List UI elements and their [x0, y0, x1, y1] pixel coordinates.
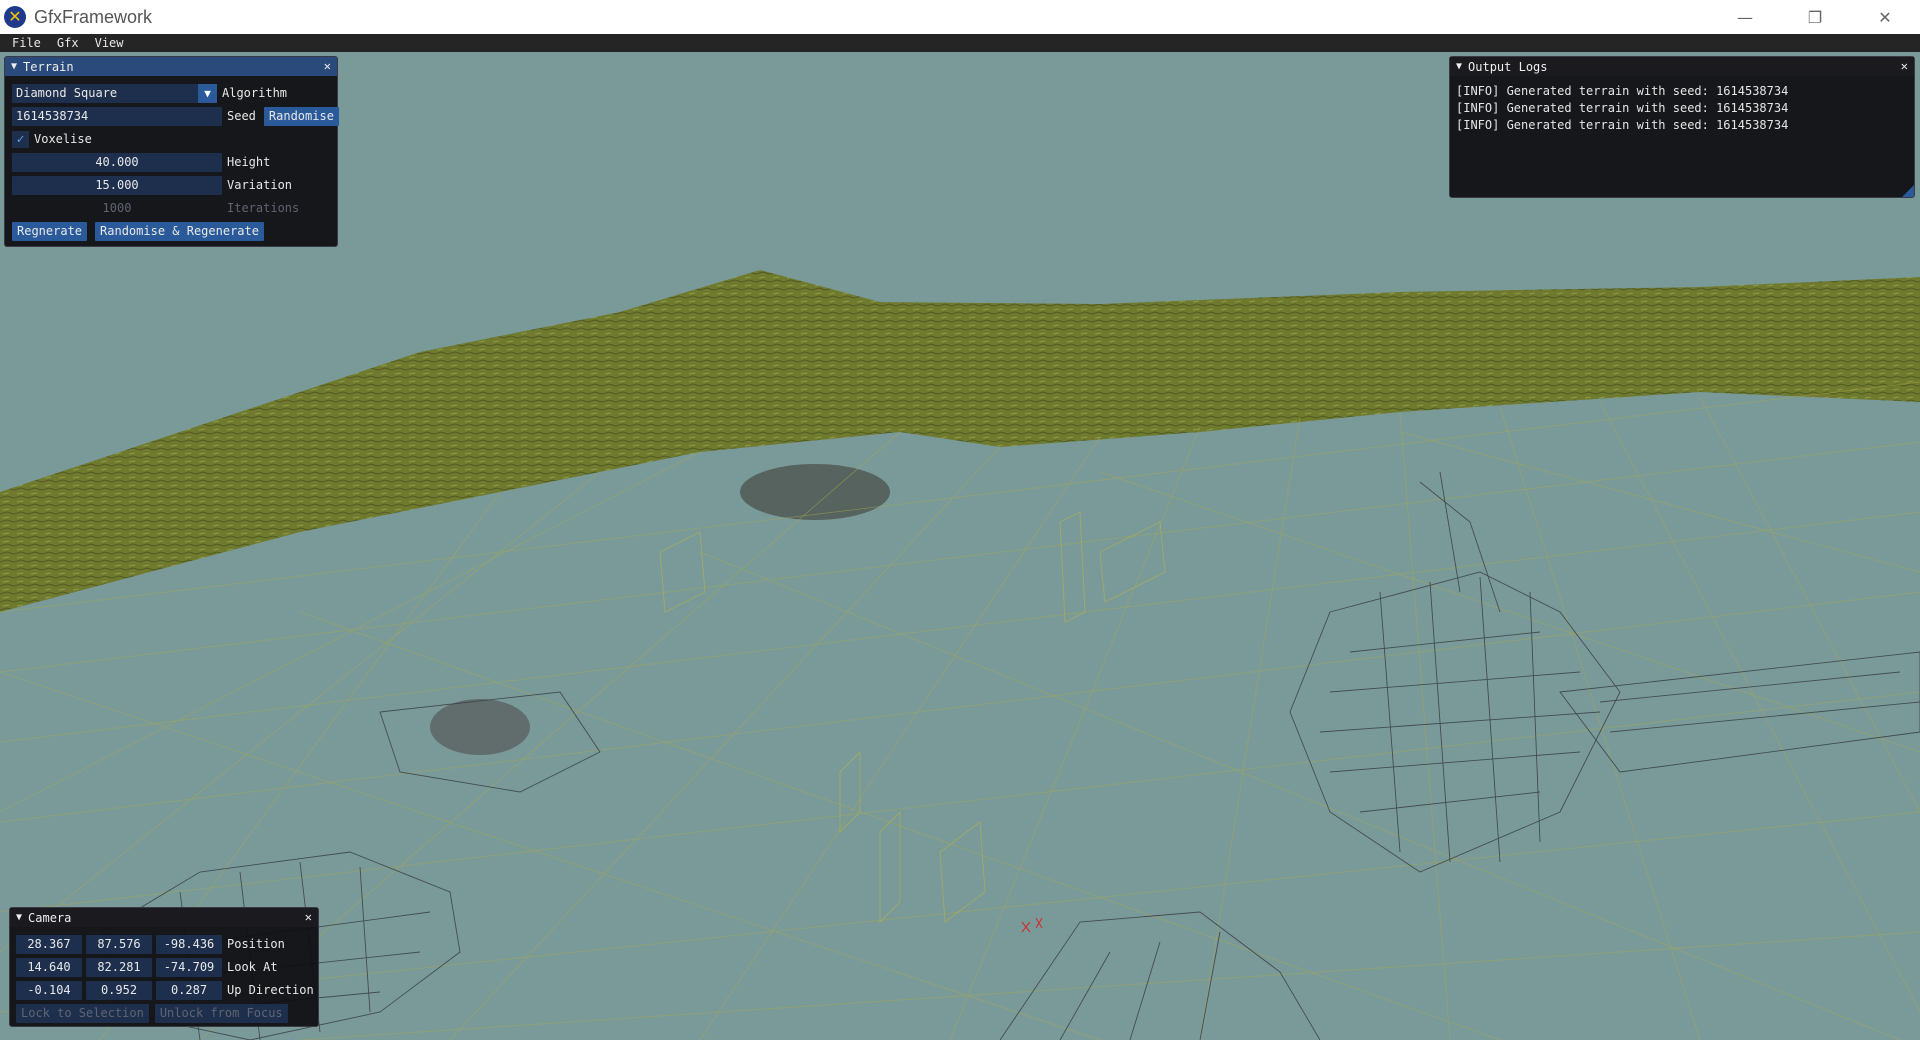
terrain-panel[interactable]: ▼ Terrain ✕ Diamond Square ▼ Algorithm 1…: [4, 56, 339, 247]
lock-to-selection-button: Lock to Selection: [16, 1004, 149, 1023]
window-titlebar: GfxFramework — ❐ ✕: [0, 0, 1920, 34]
collapse-icon[interactable]: ▼: [11, 61, 17, 72]
variation-label: Variation: [227, 178, 293, 192]
voxel-cluster: [99, 471, 1920, 1040]
minimize-icon[interactable]: —: [1710, 0, 1780, 34]
unlock-from-focus-button: Unlock from Focus: [154, 1004, 288, 1023]
position-x-input[interactable]: 28.367: [16, 935, 82, 954]
menu-view[interactable]: View: [87, 34, 132, 52]
camera-panel[interactable]: ▼ Camera ✕ 28.367 87.576 -98.436 Positio…: [9, 907, 319, 1027]
window-controls: — ❐ ✕: [1710, 0, 1920, 34]
restore-icon[interactable]: ❐: [1780, 0, 1850, 34]
look-at-y-input[interactable]: 82.281: [86, 958, 152, 977]
app-logo-icon: [4, 6, 26, 28]
randomise-regenerate-button[interactable]: Randomise & Regenerate: [95, 222, 264, 241]
height-input[interactable]: 40.000: [12, 153, 222, 172]
wireframe-walls: [659, 511, 1166, 924]
menu-file[interactable]: File: [0, 34, 49, 52]
close-icon[interactable]: ✕: [1901, 57, 1908, 76]
menu-gfx[interactable]: Gfx: [49, 34, 87, 52]
iterations-input: 1000: [102, 201, 132, 215]
seed-input[interactable]: 1614538734: [12, 107, 222, 126]
terrain-panel-header[interactable]: ▼ Terrain ✕: [5, 57, 337, 76]
algorithm-select[interactable]: Diamond Square: [12, 84, 198, 103]
iterations-label: Iterations: [227, 201, 300, 215]
algorithm-label: Algorithm: [222, 86, 288, 100]
collapse-icon[interactable]: ▼: [1456, 61, 1462, 72]
camera-panel-title: Camera: [28, 910, 72, 925]
variation-input[interactable]: 15.000: [12, 176, 222, 195]
up-direction-label: Up Direction: [227, 983, 314, 997]
output-logs-header[interactable]: ▼ Output Logs ✕: [1450, 57, 1914, 76]
terrain-hole: [430, 699, 530, 755]
voxelise-checkbox[interactable]: ✓: [12, 131, 29, 148]
close-icon[interactable]: ✕: [305, 908, 312, 927]
position-y-input[interactable]: 87.576: [86, 935, 152, 954]
log-line: [INFO] Generated terrain with seed: 1614…: [1456, 101, 1789, 115]
log-line: [INFO] Generated terrain with seed: 1614…: [1456, 118, 1789, 132]
look-at-x-input[interactable]: 14.640: [16, 958, 82, 977]
chevron-down-icon[interactable]: ▼: [198, 84, 217, 103]
close-icon[interactable]: ✕: [324, 57, 331, 76]
terrain-panel-title: Terrain: [23, 59, 74, 74]
look-at-label: Look At: [227, 960, 278, 974]
collapse-icon[interactable]: ▼: [16, 912, 22, 923]
log-line: [INFO] Generated terrain with seed: 1614…: [1456, 84, 1789, 98]
up-direction-x-input[interactable]: -0.104: [16, 981, 82, 1000]
camera-panel-header[interactable]: ▼ Camera ✕: [10, 908, 318, 927]
output-logs-panel[interactable]: ▼ Output Logs ✕ [INFO] Generated terrain…: [1449, 56, 1915, 198]
voxelise-label: Voxelise: [34, 132, 92, 146]
menubar: File Gfx View: [0, 34, 1920, 52]
terrain-hole: [740, 464, 890, 520]
close-icon[interactable]: ✕: [1850, 0, 1920, 34]
up-direction-z-input[interactable]: 0.287: [156, 981, 222, 1000]
window-title: GfxFramework: [34, 6, 153, 27]
randomise-button[interactable]: Randomise: [263, 107, 339, 126]
look-at-z-input[interactable]: -74.709: [156, 958, 222, 977]
regenerate-button[interactable]: Regnerate: [12, 222, 88, 241]
output-logs-title: Output Logs: [1468, 59, 1548, 74]
selection-marker: [1021, 917, 1043, 933]
checkmark-icon: ✓: [16, 132, 25, 147]
height-label: Height: [227, 155, 271, 169]
seed-label: Seed: [227, 109, 256, 123]
resize-grip[interactable]: [1902, 185, 1914, 197]
up-direction-y-input[interactable]: 0.952: [86, 981, 152, 1000]
position-label: Position: [227, 937, 285, 951]
terrain-surface: [0, 270, 1920, 612]
position-z-input[interactable]: -98.436: [156, 935, 222, 954]
